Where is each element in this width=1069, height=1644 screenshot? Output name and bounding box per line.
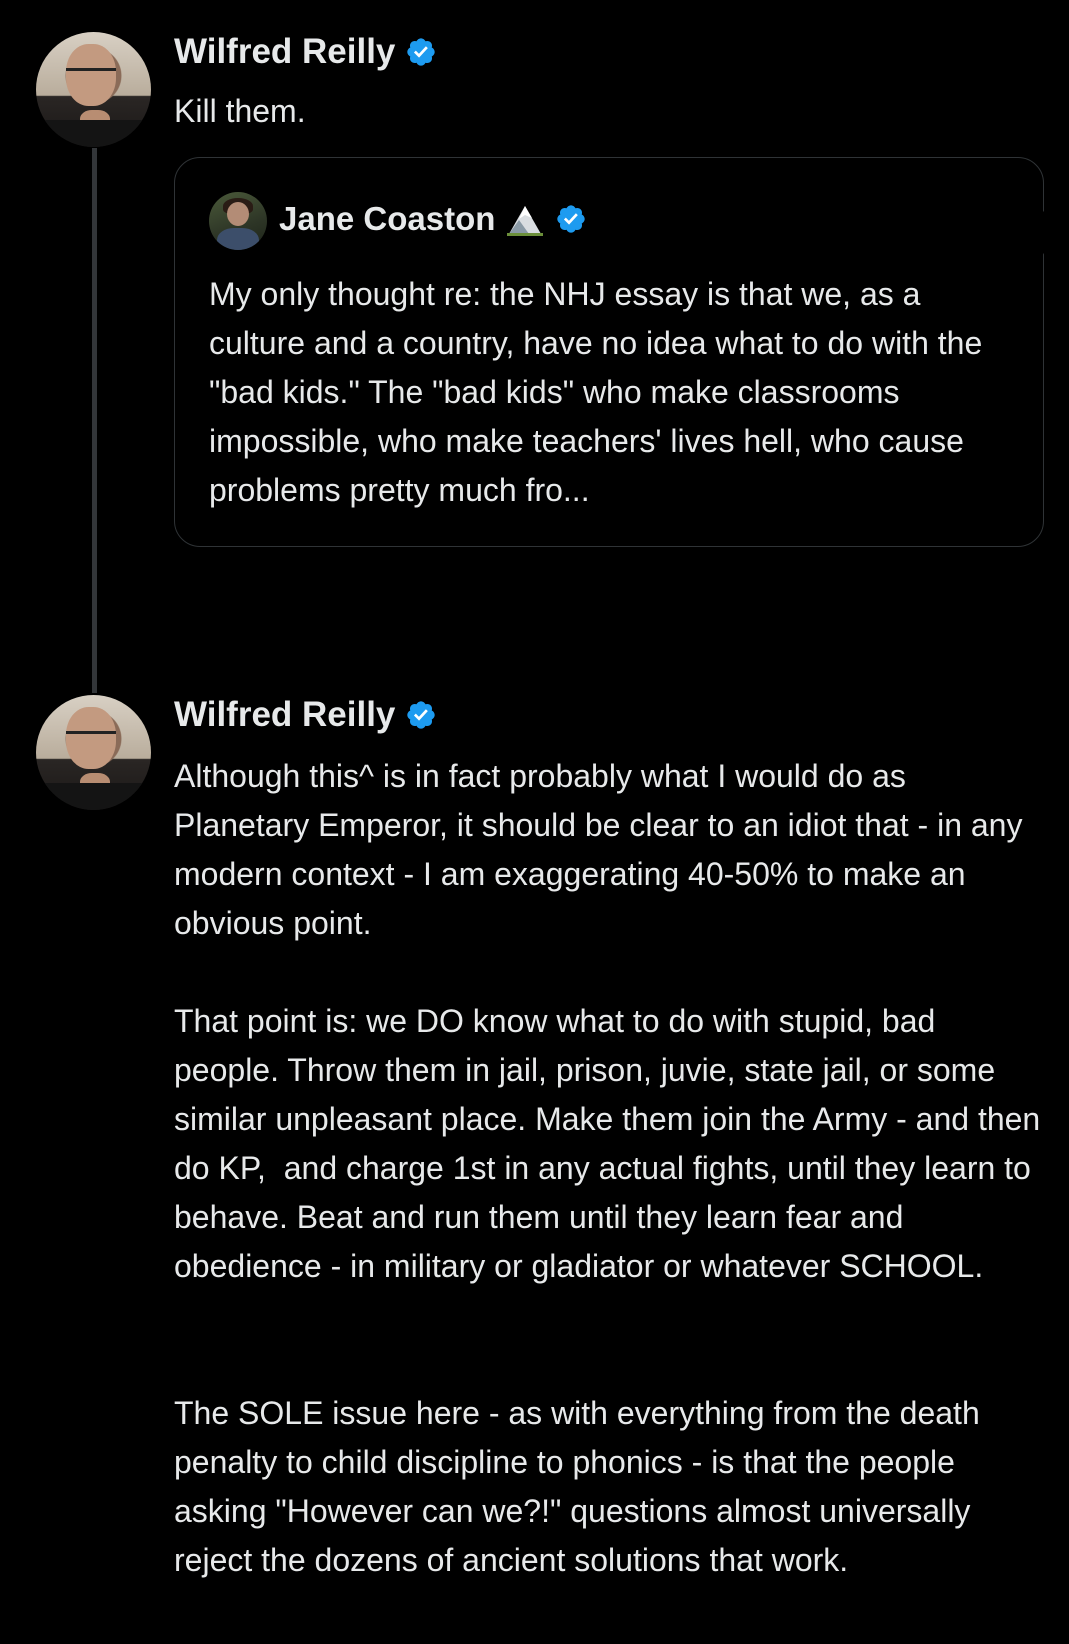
tweet-2-paragraph-3: The SOLE issue here - as with everything… <box>174 1395 989 1578</box>
tweet-1-text: Kill them. <box>174 93 306 129</box>
author-avatar[interactable] <box>36 32 151 147</box>
verified-badge-icon <box>407 701 436 729</box>
redacted-area <box>110 570 1069 670</box>
verified-badge-icon <box>407 38 436 66</box>
verified-badge-icon <box>557 205 586 233</box>
quoted-tweet-header: Jane Coaston <box>279 200 587 238</box>
quoted-tweet-text: My only thought re: the NHJ essay is tha… <box>209 276 983 508</box>
author-avatar[interactable] <box>36 695 151 810</box>
tweet-2-paragraph-2: That point is: we DO know what to do wit… <box>174 1003 1050 1284</box>
redacted-area <box>455 688 1035 738</box>
author-name[interactable]: Wilfred Reilly <box>174 32 395 72</box>
mountain-emoji-icon <box>507 206 544 236</box>
thread-connector-line <box>92 148 97 693</box>
redacted-area <box>610 195 1050 270</box>
author-name[interactable]: Wilfred Reilly <box>174 695 395 735</box>
quoted-author-name[interactable]: Jane Coaston <box>279 200 495 238</box>
quoted-author-avatar[interactable] <box>209 192 267 250</box>
tweet-2-header: Wilfred Reilly <box>174 695 437 735</box>
tweet-1-header: Wilfred Reilly <box>174 32 437 72</box>
tweet-2-paragraph-1: Although this^ is in fact probably what … <box>174 758 1032 941</box>
